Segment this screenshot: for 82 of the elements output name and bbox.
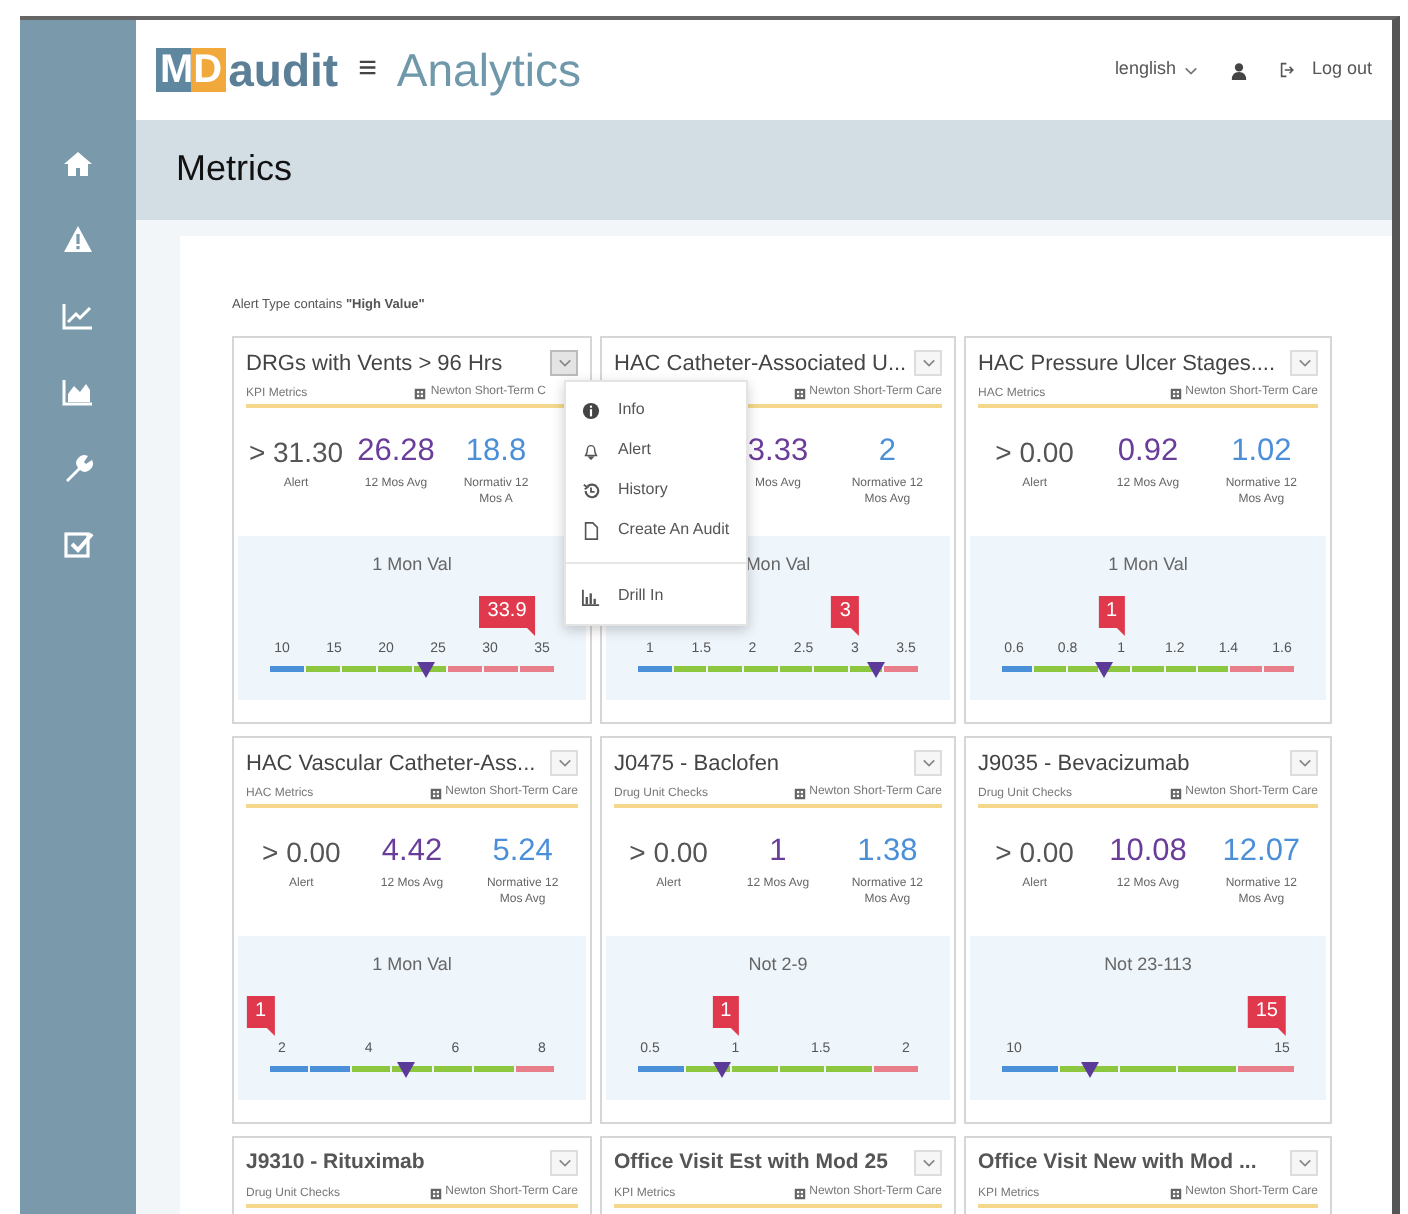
stat-value: > 0.00	[993, 433, 1076, 472]
dropdown-button[interactable]	[914, 350, 942, 377]
menu-item[interactable]: Alert	[566, 430, 746, 471]
menu-item[interactable]: Create An Audit	[566, 510, 746, 551]
menu-item[interactable]: History	[566, 470, 746, 511]
stat-value: 10.08	[1107, 831, 1189, 872]
dropdown-button[interactable]	[550, 750, 578, 777]
info-icon	[582, 401, 600, 420]
card-title: J0475 - Baclofen	[614, 749, 780, 779]
gauge-title: Not 23-113	[1102, 951, 1194, 978]
stat-value: 26.28	[355, 431, 437, 472]
stat-value: > 0.00	[993, 833, 1076, 872]
caret-icon	[921, 356, 935, 371]
stat-value: 4.42	[379, 831, 445, 872]
caret-icon	[557, 756, 571, 771]
building-icon	[429, 1187, 442, 1200]
document-icon	[582, 521, 600, 540]
stat-value: > 0.00	[627, 833, 710, 872]
bell-icon	[582, 441, 600, 460]
caret-icon	[1297, 356, 1311, 371]
menu-item[interactable]: Drill In	[566, 576, 746, 617]
gauge-title: 1 Mon Val	[370, 951, 454, 978]
page-title: Metrics	[176, 148, 292, 192]
area-chart-icon[interactable]	[62, 376, 94, 408]
stat-value: 12.07	[1220, 831, 1303, 872]
stat-value: 2	[876, 431, 898, 472]
card-title: HAC Vascular Catheter-Ass...	[246, 749, 536, 779]
checkbox-icon[interactable]	[62, 528, 94, 560]
caret-icon	[1297, 756, 1311, 771]
caret-icon	[557, 1156, 571, 1171]
building-icon	[1169, 1187, 1182, 1200]
building-icon	[414, 387, 427, 400]
gauge-title: 1 Mon Val	[370, 551, 454, 578]
card-title: Office Visit New with Mod ...	[978, 1147, 1257, 1178]
stat-value: > 31.30	[246, 433, 346, 472]
card-title: DRGs with Vents > 96 Hrs	[246, 349, 503, 379]
building-icon	[793, 387, 806, 400]
history-icon	[582, 481, 600, 500]
caret-icon	[921, 756, 935, 771]
stat-value: 3.33	[745, 431, 811, 472]
dropdown-button[interactable]	[914, 750, 942, 777]
bar-chart-icon	[582, 587, 600, 606]
dropdown-button[interactable]	[1290, 350, 1318, 377]
sign-out-icon	[1279, 62, 1296, 78]
building-icon	[429, 787, 442, 800]
caret-icon	[921, 1156, 935, 1171]
card-title: Office Visit Est with Mod 25	[614, 1147, 888, 1178]
card-title: J9035 - Bevacizumab	[978, 749, 1190, 779]
stat-value: 18.8	[463, 431, 529, 472]
user-icon[interactable]	[1229, 61, 1248, 79]
dropdown-button[interactable]	[1290, 750, 1318, 777]
app-title: Analytics	[396, 41, 581, 100]
card-title: J9310 - Rituximab	[246, 1147, 425, 1178]
stat-value: 0.92	[1115, 431, 1181, 472]
dropdown-button[interactable]	[914, 1150, 942, 1177]
building-icon	[1169, 787, 1182, 800]
card-title: HAC Pressure Ulcer Stages....	[978, 349, 1276, 379]
stat-value: 1.02	[1229, 431, 1294, 472]
dropdown-button[interactable]	[550, 350, 578, 377]
wrench-icon[interactable]	[62, 452, 94, 484]
gauge-title: Not 2-9	[746, 951, 810, 978]
gauge-title: 1 Mon Val	[1106, 551, 1190, 578]
language-dropdown[interactable]: lenglish	[1114, 56, 1198, 84]
caret-icon	[1297, 1156, 1311, 1171]
menu-button[interactable]: ≡	[358, 46, 377, 94]
card-title: HAC Catheter-Associated U...	[614, 349, 907, 379]
stat-value: > 0.00	[260, 833, 343, 872]
stat-value: 5.24	[490, 831, 555, 872]
building-icon	[793, 787, 806, 800]
building-icon	[793, 1187, 806, 1200]
dropdown-button[interactable]	[550, 1150, 578, 1177]
line-chart-icon[interactable]	[62, 300, 94, 332]
warning-icon[interactable]	[62, 224, 94, 256]
stat-value: 1.38	[855, 831, 920, 872]
building-icon	[1169, 387, 1182, 400]
stat-value: 1	[767, 831, 789, 872]
logout-link[interactable]: Log out	[1279, 56, 1372, 84]
menu-item[interactable]: Info	[566, 390, 746, 431]
dropdown-button[interactable]	[1290, 1150, 1318, 1177]
caret-icon	[1183, 63, 1198, 77]
home-icon[interactable]	[62, 148, 94, 180]
caret-icon	[557, 356, 571, 371]
